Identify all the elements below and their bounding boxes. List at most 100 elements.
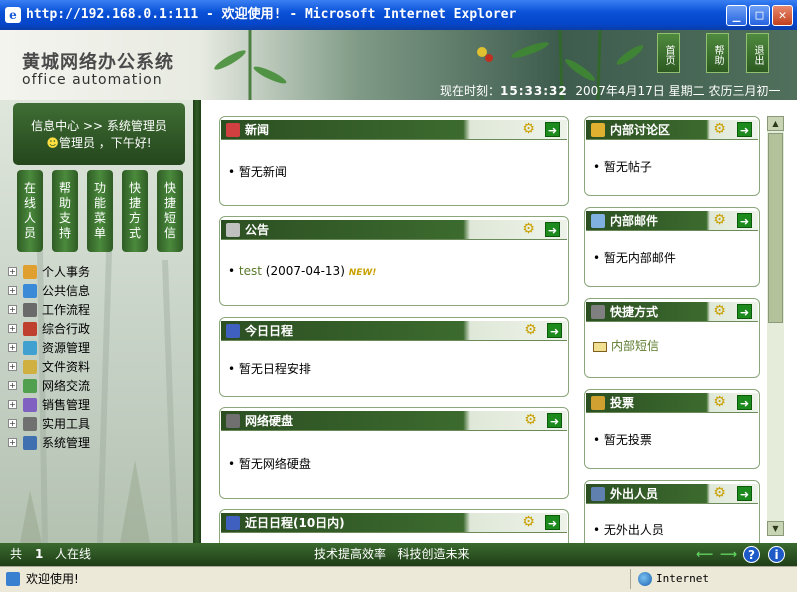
notice-item: • test (2007-04-13) NEW! [228,264,377,278]
tools-icon [23,416,37,431]
menu-item-network[interactable]: + 网络交流 [8,376,90,395]
more-arrow-icon[interactable]: ➜ [547,413,562,428]
panel-title: 网络硬盘 [245,414,294,428]
expand-icon[interactable]: + [8,419,17,428]
schedule-panel: 今日日程 ⚙ ➜ • 暂无日程安排 [219,317,569,397]
expand-icon[interactable]: + [8,362,17,371]
panel-title: 外出人员 [610,487,659,501]
close-button[interactable]: ✕ [772,5,793,26]
greeting: ☻管理员 ，下午好! [46,136,152,150]
tab-shortcuts[interactable]: 快捷方式 [122,170,148,252]
online-count[interactable]: 1 [35,543,43,566]
menu-item-personal[interactable]: + 个人事务 [8,262,90,281]
online-suffix: 人在线 [55,547,92,561]
more-arrow-icon[interactable]: ➜ [545,515,560,530]
shortcut-panel: 快捷方式 ⚙ ➜ 内部短信 [584,298,760,378]
info-breadcrumb: 信息中心 >> 系统管理员 [31,119,167,133]
public-icon [23,283,37,298]
info-icon[interactable]: i [768,546,785,563]
more-arrow-icon[interactable]: ➜ [545,122,560,137]
scroll-thumb[interactable] [768,133,783,323]
menu-item-sales[interactable]: + 销售管理 [8,395,90,414]
main-content: 新闻 ⚙ ➜ • 暂无新闻 公告 ⚙ ➜ • test (2007-04-13) NEW… [201,100,784,543]
more-arrow-icon[interactable]: ➜ [737,304,752,319]
settings-icon[interactable]: ⚙ [521,122,536,137]
settings-icon[interactable]: ⚙ [523,323,538,338]
panel-title: 近日日程(10日内) [245,516,345,530]
outside-staff-panel: 外出人员 ⚙ ➜ • 无外出人员 [584,480,760,543]
expand-icon[interactable]: + [8,286,17,295]
menu-item-public[interactable]: + 公共信息 [8,281,90,300]
help-button[interactable]: 帮助 [706,33,729,73]
more-arrow-icon[interactable]: ➜ [545,222,560,237]
expand-icon[interactable]: + [8,400,17,409]
settings-icon[interactable]: ⚙ [523,413,538,428]
help-icon[interactable]: ? [743,546,760,563]
scroll-up-arrow-icon[interactable]: ▲ [767,116,784,131]
menu-item-system[interactable]: + 系统管理 [8,433,90,452]
mail-panel: 内部邮件 ⚙ ➜ • 暂无内部邮件 [584,207,760,287]
workflow-icon [23,302,37,317]
more-arrow-icon[interactable]: ➜ [737,395,752,410]
speaker-icon [226,223,240,237]
calendar-icon [226,324,240,338]
settings-icon[interactable]: ⚙ [712,395,727,410]
frame-divider[interactable] [193,100,201,543]
tab-quick-sms[interactable]: 快捷短信 [157,170,183,252]
expand-icon[interactable]: + [8,267,17,276]
shortcut-sms-link[interactable]: 内部短信 [593,337,659,354]
status-divider [630,569,631,589]
scroll-down-arrow-icon[interactable]: ▼ [767,521,784,536]
expand-icon[interactable]: + [8,324,17,333]
more-arrow-icon[interactable]: ➜ [737,122,752,137]
time-display: 现在时刻：15:33:32 2007年4月17日 星期二 农历三月初一 [440,82,781,99]
ie-icon: e [5,7,21,23]
minimize-button[interactable]: _ [726,5,747,26]
expand-icon[interactable]: + [8,305,17,314]
vote-panel: 投票 ⚙ ➜ • 暂无投票 [584,389,760,469]
menu-item-files[interactable]: + 文件资料 [8,357,90,376]
menu-item-admin[interactable]: + 综合行政 [8,319,90,338]
mail-empty: • 暂无内部邮件 [593,251,676,265]
panel-title: 内部讨论区 [610,123,671,137]
settings-icon[interactable]: ⚙ [521,222,536,237]
vertical-scrollbar[interactable]: ▲ ▼ [767,116,784,536]
expand-icon[interactable]: + [8,438,17,447]
vote-empty: • 暂无投票 [593,433,652,447]
settings-icon[interactable]: ⚙ [712,486,727,501]
date-value: 2007年4月17日 [575,84,665,98]
tab-help-support[interactable]: 帮助支持 [52,170,78,252]
back-arrow-icon[interactable]: ⟵ [696,543,713,566]
more-arrow-icon[interactable]: ➜ [737,213,752,228]
calendar-icon [226,516,240,530]
slogan: 技术提高效率 科技创造未来 [314,547,470,561]
online-prefix: 共 [10,547,23,561]
exit-button[interactable]: 退出 [746,33,769,73]
disk-empty: • 暂无网络硬盘 [228,457,311,471]
sales-icon [23,397,37,412]
menu-item-workflow[interactable]: + 工作流程 [8,300,90,319]
browser-statusbar: 欢迎使用! Internet [0,566,797,592]
more-arrow-icon[interactable]: ➜ [737,486,752,501]
menu-item-tools[interactable]: + 实用工具 [8,414,90,433]
home-button[interactable]: 首页 [657,33,680,73]
panel-title: 快捷方式 [610,305,659,319]
network-icon [23,378,37,393]
settings-icon[interactable]: ⚙ [712,122,727,137]
settings-icon[interactable]: ⚙ [712,304,727,319]
forward-arrow-icon[interactable]: ⟶ [720,543,737,566]
logo-title: 黄城网络办公系统 [22,52,174,73]
expand-icon[interactable]: + [8,343,17,352]
more-arrow-icon[interactable]: ➜ [547,323,562,338]
settings-icon[interactable]: ⚙ [712,213,727,228]
settings-icon[interactable]: ⚙ [521,515,536,530]
menu-item-resource[interactable]: + 资源管理 [8,338,90,357]
notice-link[interactable]: test [239,264,262,278]
news-panel: 新闻 ⚙ ➜ • 暂无新闻 [219,116,569,206]
zone-text: Internet [656,572,709,585]
tab-online-users[interactable]: 在线人员 [17,170,43,252]
expand-icon[interactable]: + [8,381,17,390]
tab-function-menu[interactable]: 功能菜单 [87,170,113,252]
maximize-button[interactable]: □ [749,5,770,26]
news-empty: • 暂无新闻 [228,165,287,179]
